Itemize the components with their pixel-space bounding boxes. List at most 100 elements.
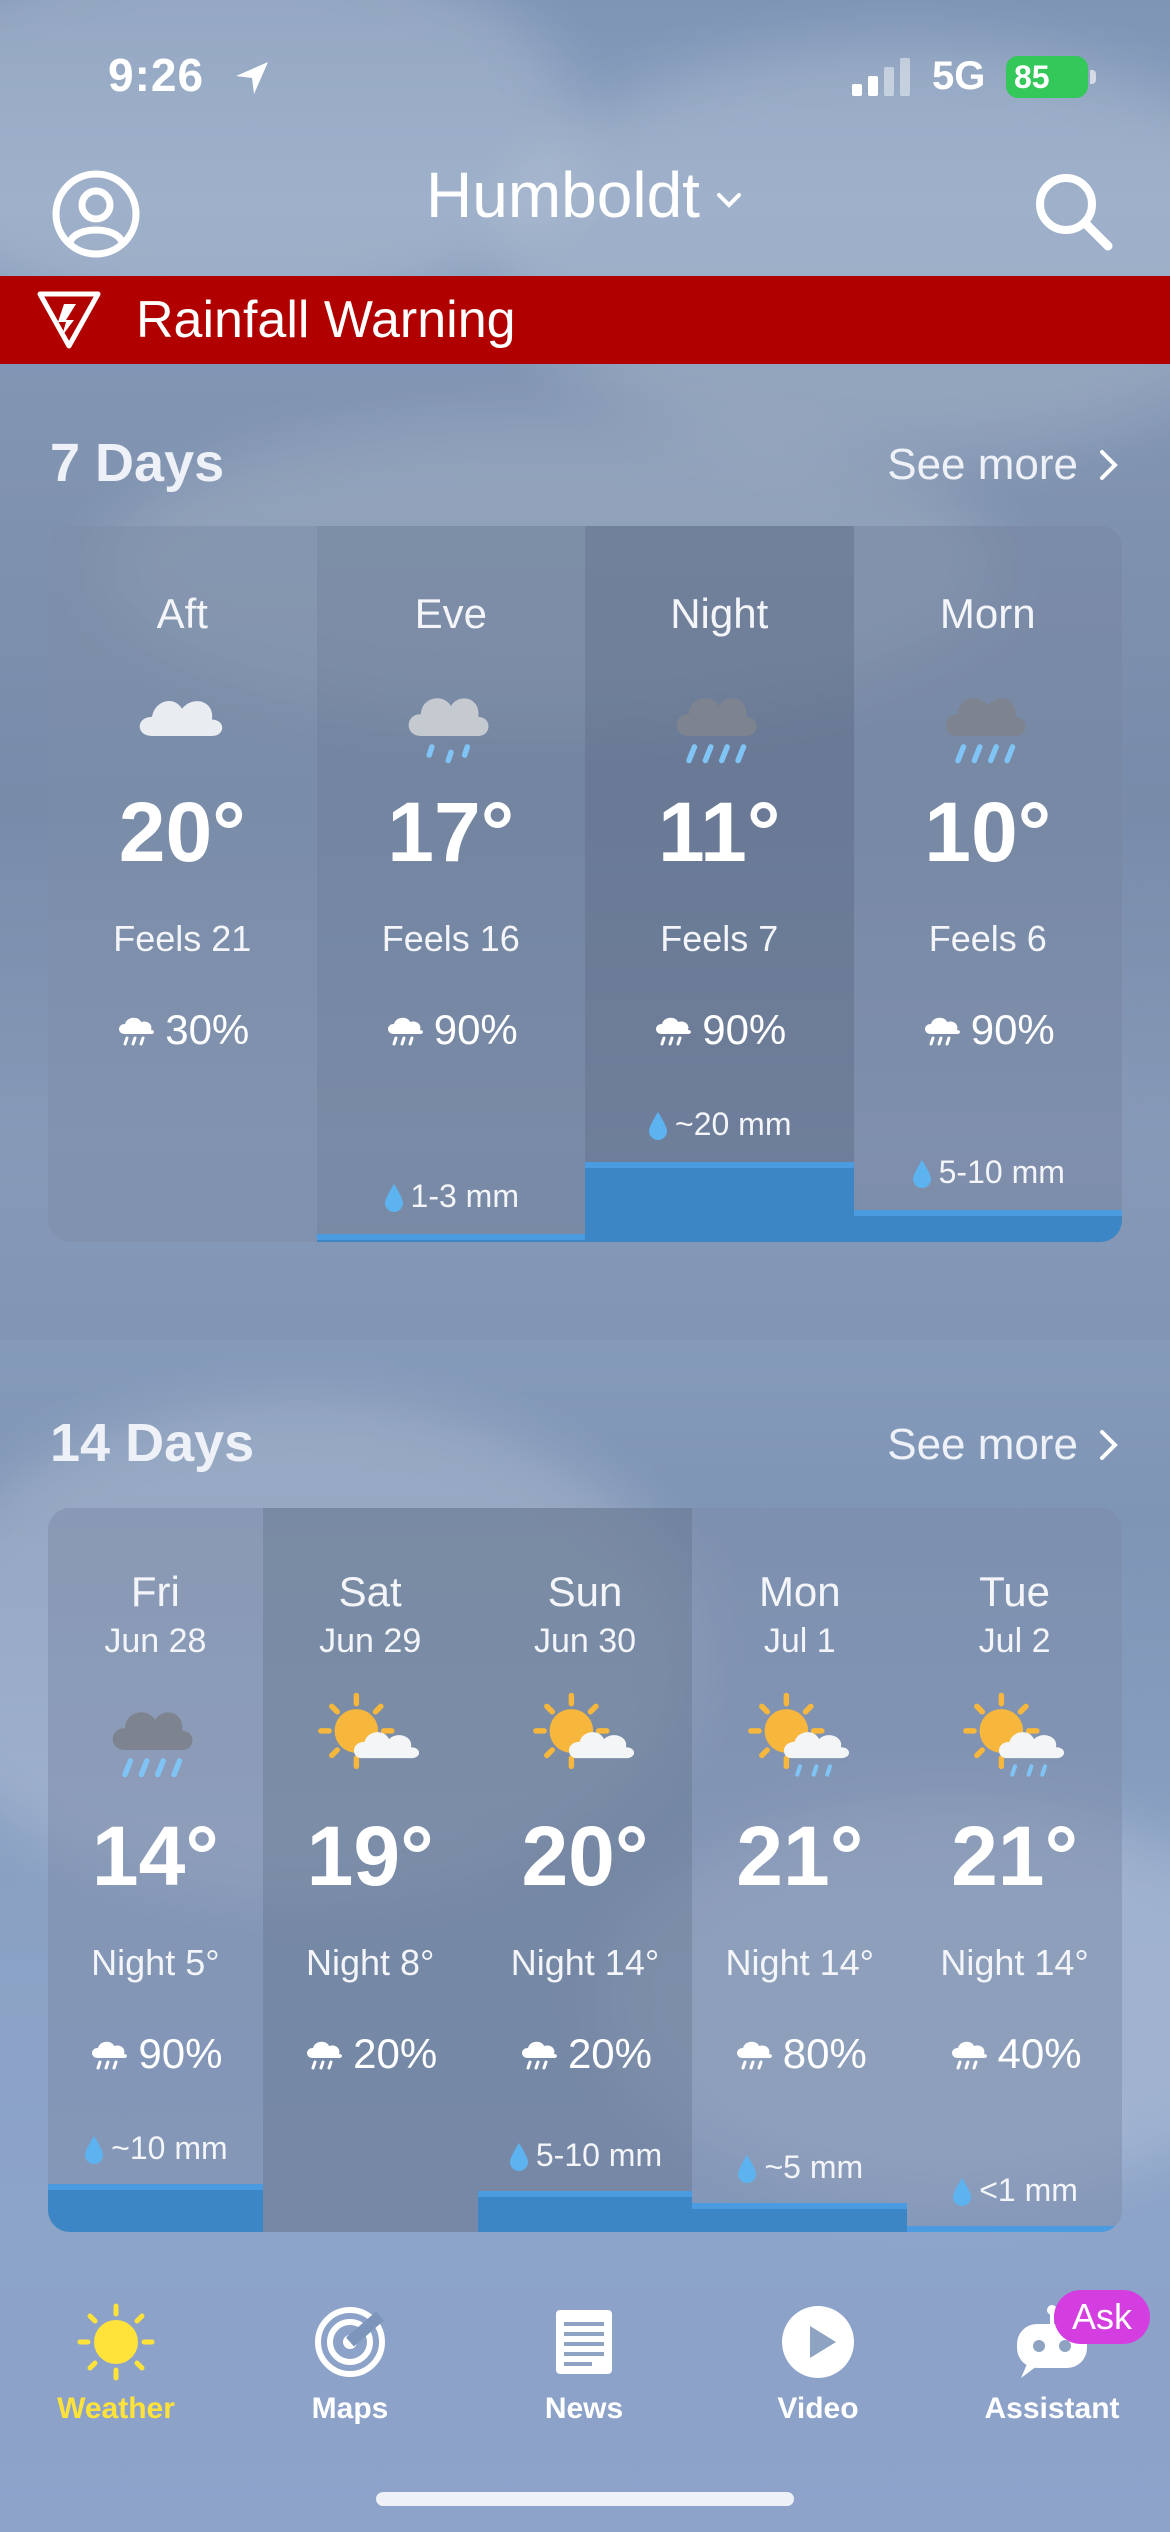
rain-cloud-icon <box>951 2041 987 2070</box>
precip-chance: 40% <box>907 2030 1122 2078</box>
raindrop-icon <box>85 2135 104 2164</box>
location-arrow-icon <box>236 62 268 94</box>
see-more-label: See more <box>887 440 1078 489</box>
day-column[interactable]: Tue Jul 2 21° Night 14° 40% <1 mm <box>907 1508 1122 2232</box>
day-label: Sun <box>547 1568 623 1615</box>
rain-amount: 5-10 mm <box>854 1154 1123 1191</box>
newspaper-icon <box>556 2310 612 2374</box>
temperature: 20° <box>118 785 246 879</box>
temperature: 21° <box>951 1809 1079 1903</box>
nav-item-video[interactable]: Video <box>728 2302 908 2426</box>
precip-chance-value: 20% <box>353 2030 438 2077</box>
rain-amount-value: ~5 mm <box>764 2149 864 2186</box>
rain-cloud-icon <box>656 1017 692 1046</box>
precip-chance-value: 90% <box>433 1006 518 1053</box>
temperature: 14° <box>91 1809 219 1903</box>
rain-amount: <1 mm <box>907 2172 1122 2209</box>
rain-amount-bar <box>692 2203 908 2232</box>
precip-chance-value: 20% <box>567 2030 653 2077</box>
nav-label: Maps <box>311 2392 389 2425</box>
precip-chance-value: 40% <box>997 2030 1082 2077</box>
nav-label: News <box>544 2392 624 2425</box>
rain-amount-value: ~10 mm <box>111 2130 228 2166</box>
weather-sun-cloud-icon <box>315 1690 425 1785</box>
feels-like: Feels 16 <box>381 918 520 959</box>
period-column[interactable]: Aft 20° Feels 21 30% <box>48 526 317 1242</box>
night-temperature: Night 5° <box>91 1942 220 1983</box>
home-indicator <box>376 2492 794 2506</box>
status-bar: 9:26 5G 85 <box>0 0 1170 160</box>
day-column[interactable]: Sat Jun 29 19° Night 8° 20% <box>262 1508 478 2232</box>
night-temperature: Night 14° <box>510 1942 660 1983</box>
temperature: 17° <box>387 785 515 879</box>
period-column[interactable]: Night 11° Feels 7 90% ~20 mm <box>585 526 854 1242</box>
precip-chance-value: 90% <box>138 2030 223 2077</box>
temperature: 19° <box>306 1809 434 1903</box>
precip-chance-value: 30% <box>165 1006 250 1053</box>
raindrop-icon <box>384 1183 403 1212</box>
precip-chance-value: 90% <box>702 1006 787 1053</box>
nav-label: Assistant <box>984 2392 1120 2425</box>
battery-tip <box>1090 70 1096 84</box>
nav-label: Weather <box>57 2392 175 2425</box>
temperature: 20° <box>521 1809 649 1903</box>
day-label: Mon <box>758 1568 841 1615</box>
period-label: Aft <box>156 590 208 637</box>
rain-amount-value: ~20 mm <box>675 1106 792 1142</box>
signal-icon <box>852 58 910 96</box>
weather-rain-icon <box>100 1690 210 1785</box>
temperature: 10° <box>924 785 1052 879</box>
period-label: Eve <box>414 590 487 637</box>
period-column[interactable]: Eve 17° Feels 16 90% 1-3 mm <box>316 526 586 1242</box>
sun-icon <box>77 2303 155 2381</box>
day-date: Jul 1 <box>763 1622 836 1660</box>
precip-chance: 90% <box>48 2030 263 2078</box>
rain-amount-bar <box>316 1234 585 1242</box>
search-icon[interactable] <box>1030 168 1116 254</box>
rain-amount: ~10 mm <box>48 2130 263 2167</box>
battery-level: 85 <box>1014 58 1050 95</box>
rain-amount-value: 5-10 mm <box>938 1154 1065 1190</box>
seven-days-card[interactable]: Aft 20° Feels 21 30% Eve 17° Feels 16 90% 1-3 mm… <box>48 526 1122 1242</box>
play-icon <box>782 2306 854 2378</box>
battery-indicator: 85 <box>1006 56 1088 98</box>
precip-chance: 80% <box>692 2030 907 2078</box>
nav-item-maps[interactable]: Maps <box>260 2302 440 2426</box>
nav-item-news[interactable]: News <box>494 2302 674 2426</box>
seven-days-see-more[interactable]: See more <box>887 440 1120 490</box>
weather-sun-cloud-rain-icon <box>745 1690 855 1785</box>
location-name: Humboldt <box>426 159 700 231</box>
temperature: 11° <box>658 785 781 879</box>
period-column[interactable]: Morn 10° Feels 6 90% 5-10 mm <box>853 526 1123 1242</box>
warning-triangle-icon <box>37 291 101 349</box>
weather-sun-cloud-icon <box>530 1690 640 1785</box>
rain-amount-value: 5-10 mm <box>535 2137 663 2174</box>
see-more-label: See more <box>887 1420 1078 1469</box>
ask-badge[interactable]: Ask <box>1054 2290 1150 2344</box>
fourteen-days-card[interactable]: Fri Jun 28 14° Night 5° 90% ~10 mm Sat Jun 29 19… <box>48 1508 1122 2232</box>
nav-item-weather[interactable]: Weather <box>26 2302 206 2426</box>
day-date: Jun 28 <box>104 1622 207 1660</box>
day-column[interactable]: Sun Jun 30 20° Night 14° 20% 5-10 mm <box>477 1508 693 2232</box>
day-column[interactable]: Mon Jul 1 21° Night 14° 80% ~5 mm <box>692 1508 908 2232</box>
precip-chance: 90% <box>585 1006 854 1054</box>
chevron-down-icon <box>716 193 741 208</box>
chevron-right-icon <box>1100 1430 1118 1460</box>
weather-rain-icon <box>664 676 774 771</box>
fourteen-days-see-more[interactable]: See more <box>887 1420 1120 1470</box>
rainfall-warning-banner[interactable]: Rainfall Warning <box>0 276 1170 364</box>
rain-amount: 1-3 mm <box>317 1178 586 1215</box>
fourteen-days-title: 14 Days <box>50 1413 255 1473</box>
period-label: Night <box>670 590 769 637</box>
raindrop-icon <box>649 1111 667 1140</box>
rain-amount-bar <box>477 2191 693 2232</box>
night-temperature: Night 14° <box>725 1942 875 1983</box>
location-selector[interactable]: Humboldt <box>0 158 1170 232</box>
weather-rain-icon <box>933 676 1043 771</box>
status-time: 9:26 <box>108 49 205 101</box>
night-temperature: Night 8° <box>305 1942 435 1983</box>
temperature: 21° <box>736 1809 864 1903</box>
rain-amount: ~5 mm <box>692 2149 907 2186</box>
weather-cloudy-icon <box>127 676 237 771</box>
day-column[interactable]: Fri Jun 28 14° Night 5° 90% ~10 mm <box>48 1508 263 2232</box>
